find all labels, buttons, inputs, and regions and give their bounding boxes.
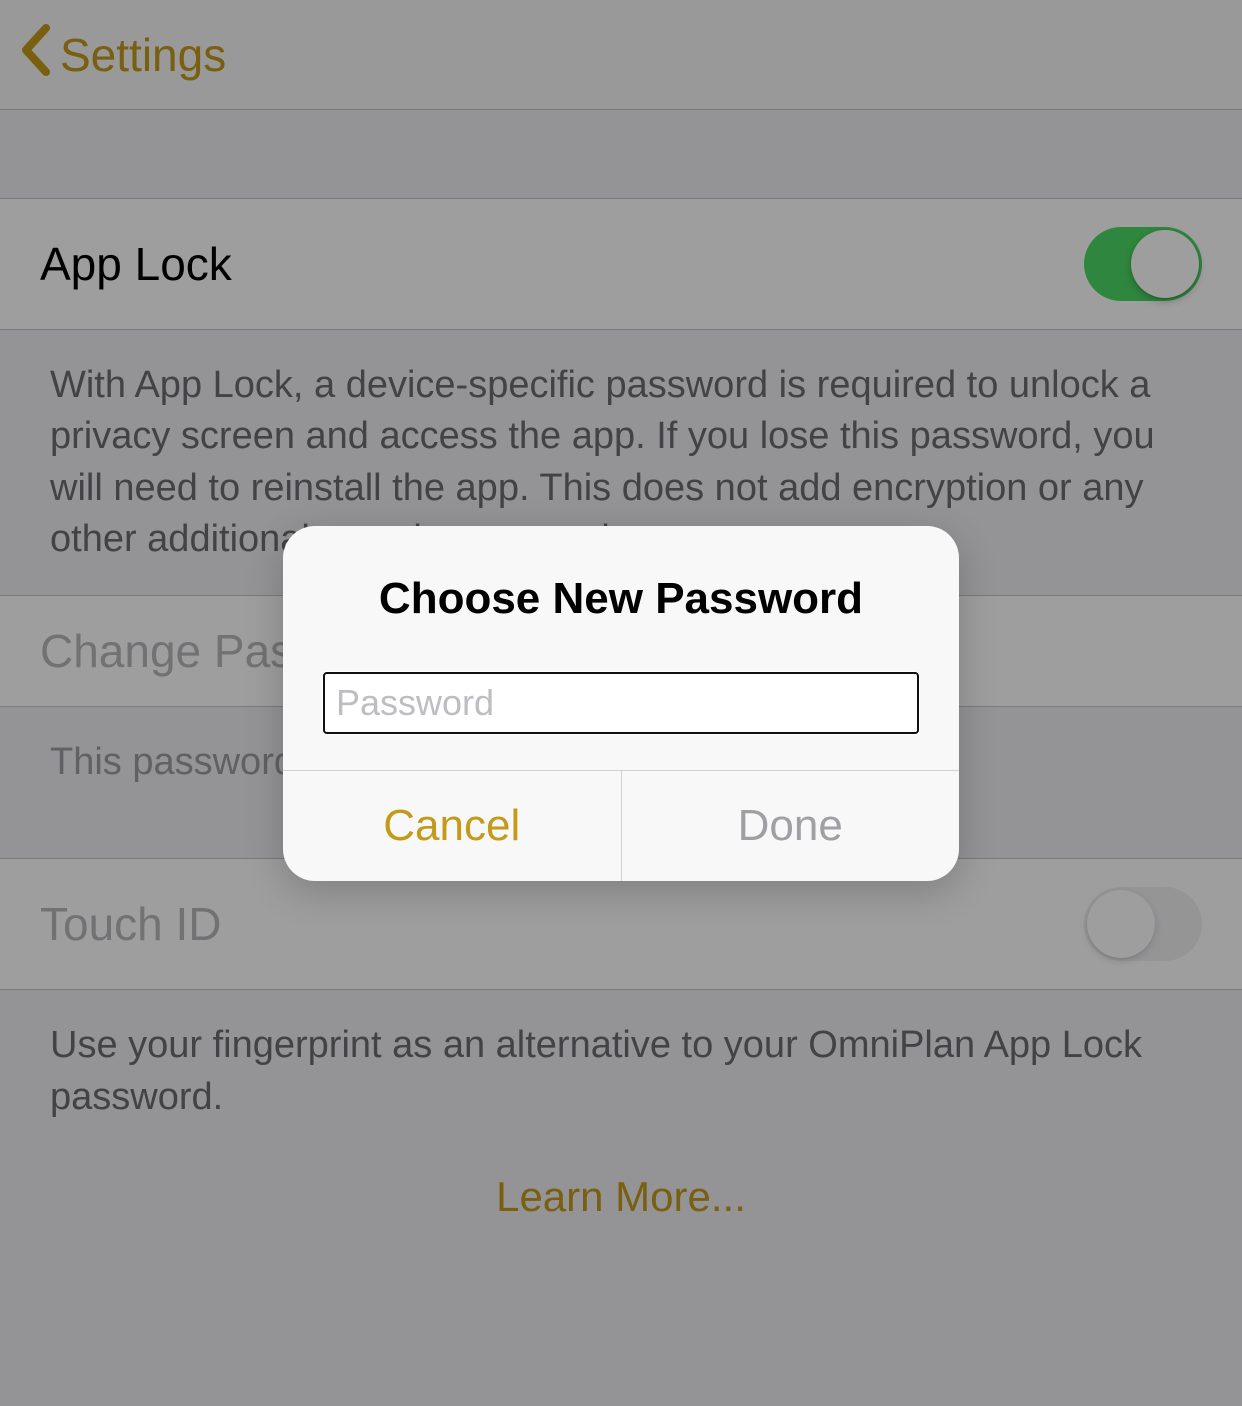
password-input[interactable] <box>323 672 919 734</box>
done-button[interactable]: Done <box>622 771 960 881</box>
cancel-button[interactable]: Cancel <box>283 771 622 881</box>
alert-title: Choose New Password <box>379 574 863 624</box>
password-alert: Choose New Password Cancel Done <box>283 526 959 881</box>
modal-overlay: Choose New Password Cancel Done <box>0 0 1242 1406</box>
alert-body: Choose New Password <box>283 526 959 770</box>
alert-button-row: Cancel Done <box>283 770 959 881</box>
